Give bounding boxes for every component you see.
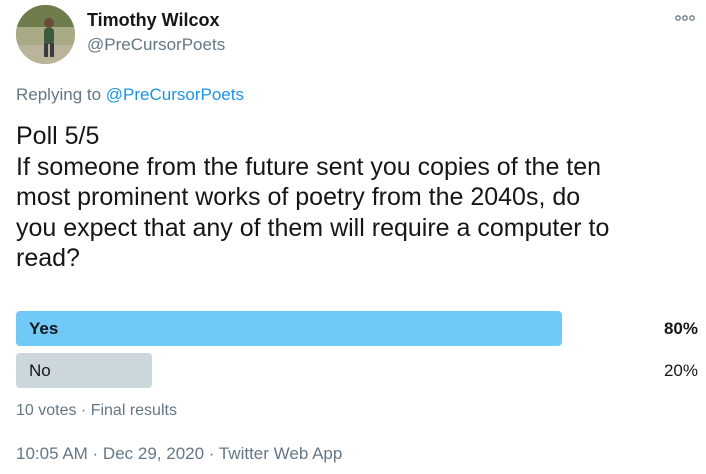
replying-to: Replying to @PreCursorPoets [16, 85, 244, 105]
tweet-timestamp[interactable]: 10:05 AM · Dec 29, 2020 · Twitter Web Ap… [16, 444, 342, 464]
avatar-photo [16, 5, 75, 64]
tweet-text-line: Poll 5/5 [16, 122, 100, 150]
poll-option-percent-yes: 80% [663, 319, 698, 338]
tweet-card: Timothy Wilcox @PreCursorPoets Replying … [0, 0, 706, 474]
tweet-text-line: most prominent works of poetry from the … [16, 183, 581, 211]
tweet-text: Poll 5/5 If someone from the future sent… [16, 121, 696, 274]
poll-option-label-yes: Yes [29, 319, 59, 338]
tweet-text-line: read? [16, 244, 80, 272]
replying-to-label: Replying to [16, 85, 102, 104]
more-options-icon [675, 15, 695, 21]
avatar[interactable] [16, 5, 75, 64]
author-display-name[interactable]: Timothy Wilcox [87, 10, 220, 31]
tweet-text-line: you expect that any of them will require… [16, 213, 610, 242]
poll-results-meta: 10 votes · Final results [16, 402, 177, 419]
tweet-text-line: If someone from the future sent you copi… [16, 152, 602, 181]
replying-to-handle-link[interactable]: @PreCursorPoets [106, 85, 244, 104]
poll-option-label-no: No [29, 361, 51, 380]
poll-option-bar-yes [16, 311, 562, 346]
poll-option-percent-no: 20% [663, 361, 698, 380]
more-options-button[interactable] [672, 10, 698, 26]
author-handle[interactable]: @PreCursorPoets [87, 35, 225, 55]
